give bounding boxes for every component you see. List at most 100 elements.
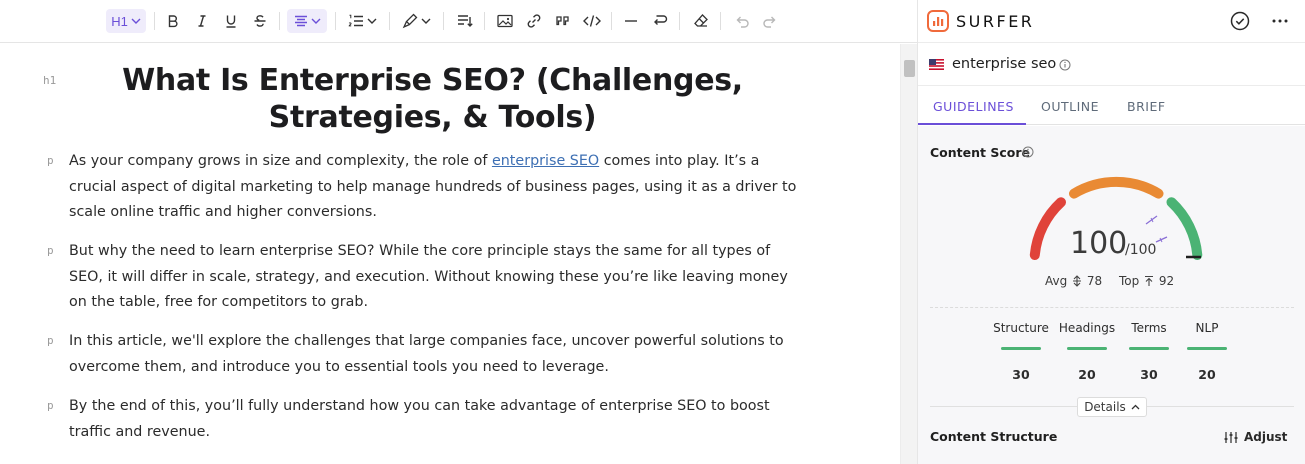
metric-structure: Structure 30 (986, 321, 1056, 382)
chevron-down-icon (421, 18, 430, 24)
strikethrough-icon (254, 15, 266, 27)
tab-guidelines[interactable]: GUIDELINES (933, 99, 1014, 114)
paragraph[interactable]: As your company grows in size and comple… (69, 149, 799, 226)
image-icon (497, 14, 513, 28)
quote-icon (556, 16, 569, 26)
tab-brief[interactable]: BRIEF (1127, 99, 1166, 114)
gauge-low-segment (1029, 197, 1066, 260)
horizontal-rule-button[interactable] (621, 9, 641, 33)
paragraph[interactable]: By the end of this, you’ll fully underst… (69, 394, 799, 445)
panel-tabs: GUIDELINES OUTLINE BRIEF (918, 87, 1305, 125)
top-score: Top 92 (1119, 274, 1174, 288)
details-button[interactable]: Details (1077, 397, 1147, 417)
metric-label: Structure (993, 321, 1049, 335)
bold-icon (168, 15, 178, 28)
clear-format-button[interactable] (691, 9, 711, 33)
link-button[interactable] (524, 9, 544, 33)
quote-button[interactable] (553, 9, 573, 33)
metric-value: 30 (1012, 367, 1030, 382)
link-icon (527, 14, 541, 28)
eraser-icon (694, 14, 708, 27)
active-tab-indicator (918, 123, 1026, 125)
chevron-down-icon (311, 18, 320, 24)
block-type-label: p (47, 154, 54, 167)
toolbar-divider (154, 12, 155, 30)
paragraph[interactable]: But why the need to learn enterprise SEO… (69, 239, 799, 316)
underline-button[interactable] (221, 9, 241, 33)
surfer-panel: SURFER enterprise seo GUIDELINES OUTLINE… (917, 0, 1305, 464)
paragraph-text: As your company grows in size and comple… (69, 153, 492, 169)
align-center-icon (294, 15, 307, 27)
gauge-mid-segment (1069, 176, 1164, 199)
chevron-down-icon (367, 18, 376, 24)
guidelines-content: Content Score 100 /100 Avg 78 Top 92 Str… (918, 126, 1305, 464)
avg-icon (1073, 275, 1082, 287)
horizontal-rule-icon (625, 20, 637, 22)
document-title[interactable]: What Is Enterprise SEO? (Challenges, Str… (55, 62, 810, 136)
block-type-label: p (47, 244, 54, 257)
brand-name: SURFER (956, 12, 1035, 31)
details-label: Details (1084, 400, 1126, 414)
list-dropdown[interactable] (343, 9, 381, 33)
tab-outline[interactable]: OUTLINE (1041, 99, 1099, 114)
line-height-button[interactable] (455, 9, 475, 33)
redo-button[interactable] (760, 9, 780, 33)
toolbar-divider (335, 12, 336, 30)
surfer-logo-icon (927, 10, 949, 32)
panel-header: SURFER (918, 0, 1305, 43)
image-button[interactable] (495, 9, 515, 33)
highlight-dropdown[interactable] (397, 9, 435, 33)
bold-button[interactable] (163, 9, 183, 33)
section-divider (930, 307, 1294, 308)
metric-bar (1067, 347, 1107, 350)
metric-value: 20 (1198, 367, 1216, 382)
paragraph[interactable]: In this article, we'll explore the chall… (69, 329, 799, 380)
undo-button[interactable] (732, 9, 752, 33)
return-arrow-icon (654, 15, 668, 25)
metric-nlp: NLP 20 (1172, 321, 1242, 382)
info-icon[interactable] (1022, 146, 1034, 158)
top-label: Top (1119, 274, 1140, 288)
chevron-up-icon (1131, 404, 1140, 410)
gauge-high-segment (1166, 197, 1203, 260)
heading-dropdown-label: H1 (111, 13, 128, 29)
avg-value: 78 (1086, 274, 1103, 288)
metric-label: Headings (1058, 321, 1116, 335)
toolbar-divider (484, 12, 485, 30)
metric-value: 20 (1078, 367, 1096, 382)
info-icon[interactable] (1059, 59, 1071, 71)
block-type-label: p (47, 399, 54, 412)
metric-label: NLP (1195, 321, 1219, 335)
strikethrough-button[interactable] (250, 9, 270, 33)
hard-break-button[interactable] (650, 9, 670, 33)
more-options-icon[interactable] (1269, 10, 1291, 32)
chevron-down-icon (131, 18, 141, 24)
content-score-max: /100 (1125, 242, 1157, 258)
code-button[interactable] (582, 9, 602, 33)
align-dropdown[interactable] (287, 9, 327, 33)
toolbar-divider (443, 12, 444, 30)
highlighter-icon (402, 13, 417, 29)
redo-icon (763, 16, 776, 28)
keyword-row[interactable]: enterprise seo (918, 44, 1305, 86)
underline-icon (226, 15, 236, 28)
adjust-label: Adjust (1244, 430, 1288, 444)
numbered-list-icon (348, 14, 363, 27)
code-icon (583, 15, 601, 27)
editor-scrollbar[interactable] (900, 44, 917, 464)
toolbar-divider (279, 12, 280, 30)
toolbar-divider (679, 12, 680, 30)
content-score-card: Content Score 100 /100 Avg 78 Top 92 Str… (918, 126, 1305, 464)
us-flag-icon (929, 59, 944, 70)
content-structure-title: Content Structure (930, 429, 1058, 444)
italic-button[interactable] (192, 9, 212, 33)
heading-dropdown[interactable]: H1 (106, 9, 146, 33)
avg-score: Avg 78 (1045, 274, 1102, 288)
metric-headings: Headings 20 (1052, 321, 1122, 382)
enterprise-seo-link[interactable]: enterprise SEO (492, 153, 599, 169)
document-body[interactable]: h1 What Is Enterprise SEO? (Challenges, … (0, 44, 900, 464)
scrollbar-thumb[interactable] (904, 60, 915, 77)
block-type-label: p (47, 334, 54, 347)
adjust-button[interactable]: Adjust (1224, 430, 1287, 444)
check-circle-icon[interactable] (1229, 10, 1251, 32)
